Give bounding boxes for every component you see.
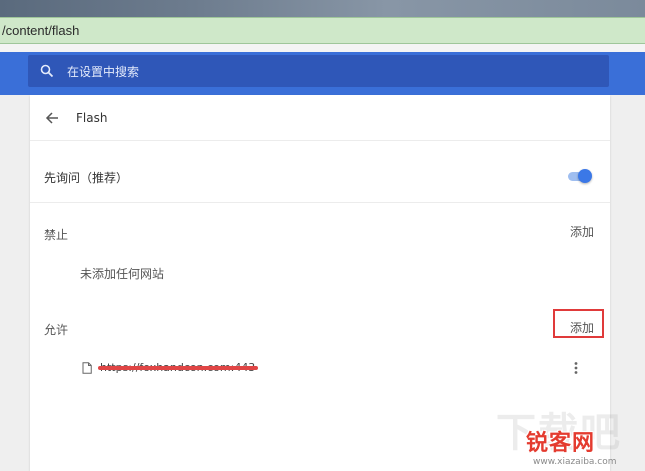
ask-first-toggle[interactable] <box>567 169 592 183</box>
page-title: Flash <box>76 111 108 125</box>
page-margin-left <box>0 95 30 471</box>
subpage-header: Flash <box>30 95 610 141</box>
redaction-line <box>98 366 258 370</box>
browser-top-strip <box>0 0 645 17</box>
block-section-label: 禁止 <box>44 228 69 242</box>
address-bar[interactable]: /content/flash <box>0 17 645 44</box>
block-add-button[interactable]: 添加 <box>570 223 594 240</box>
arrow-left-icon[interactable] <box>45 111 59 125</box>
search-icon <box>40 64 54 78</box>
block-empty-text: 未添加任何网站 <box>80 267 165 281</box>
settings-search-box[interactable]: 在设置中搜索 <box>28 55 609 87</box>
watermark-url: www.xiazaiba.com <box>533 457 617 467</box>
address-url[interactable]: /content/flash <box>0 23 79 38</box>
search-input[interactable]: 在设置中搜索 <box>67 63 139 80</box>
settings-header: 在设置中搜索 <box>0 52 645 95</box>
header-gap <box>0 44 645 52</box>
allow-section-label: 允许 <box>44 323 69 337</box>
file-icon <box>82 362 92 374</box>
watermark-brand: 锐客网 <box>526 431 596 456</box>
toggle-knob <box>578 169 592 183</box>
allow-add-button[interactable]: 添加 <box>570 319 594 336</box>
ask-first-label: 先询问（推荐） <box>44 171 129 185</box>
more-vert-icon[interactable] <box>574 361 578 375</box>
divider <box>30 202 610 203</box>
